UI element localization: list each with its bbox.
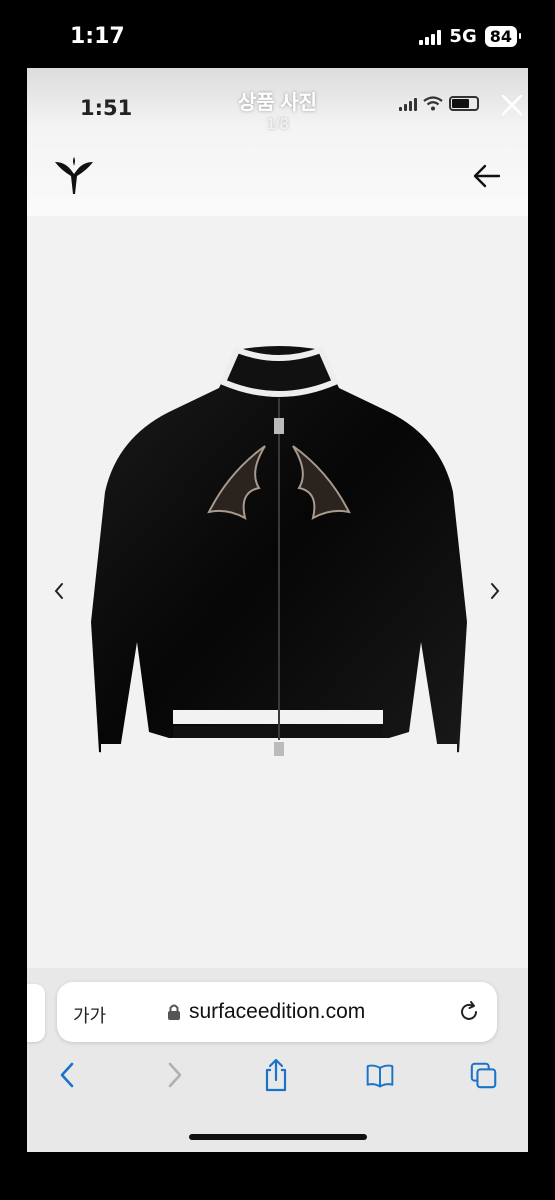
wifi-icon [423,96,443,111]
chevron-right-icon[interactable] [485,578,505,604]
battery-badge: 84 [484,26,522,47]
inner-header: 1:51 상품 사진 1/3 [27,68,528,216]
arrow-left-icon[interactable] [471,162,503,190]
inner-status-icons [399,96,479,111]
brand-logo[interactable] [53,156,95,198]
browser-toolbar: 가가 surfaceedition.com [27,968,528,1152]
signal-icon [419,29,442,45]
url-text: surfaceedition.com [189,1000,366,1023]
close-button[interactable] [497,90,527,120]
photo-counter: 1/3 [266,116,289,133]
book-icon[interactable] [365,1058,395,1092]
chevron-left-icon[interactable] [53,1058,83,1092]
network-type: 5G [449,26,477,47]
text-size-button[interactable]: 가가 [73,1002,106,1028]
address-bar[interactable]: 가가 surfaceedition.com [57,982,497,1042]
tabs-icon[interactable] [469,1058,499,1092]
share-icon[interactable] [261,1058,291,1092]
chevron-left-icon[interactable] [49,578,69,604]
lock-icon [168,1004,180,1020]
url-display[interactable]: surfaceedition.com [167,1000,365,1024]
product-image-area[interactable] [27,216,528,968]
device-status-icons: 5G 84 [419,26,522,47]
chevron-right-icon[interactable] [159,1058,189,1092]
reload-icon[interactable] [457,1000,481,1024]
home-indicator[interactable] [189,1134,367,1140]
photo-viewer: 1:51 상품 사진 1/3 가가 surfaceedition.com [27,68,528,1152]
browser-bottom-nav [27,1058,528,1098]
previous-tab-preview[interactable] [27,984,45,1042]
device-time: 1:17 [70,24,125,49]
close-icon [501,94,523,116]
signal-icon [399,97,417,111]
battery-icon [449,96,479,111]
device-status-bar: 1:17 5G 84 [0,0,555,68]
product-photo-jacket [91,346,467,762]
